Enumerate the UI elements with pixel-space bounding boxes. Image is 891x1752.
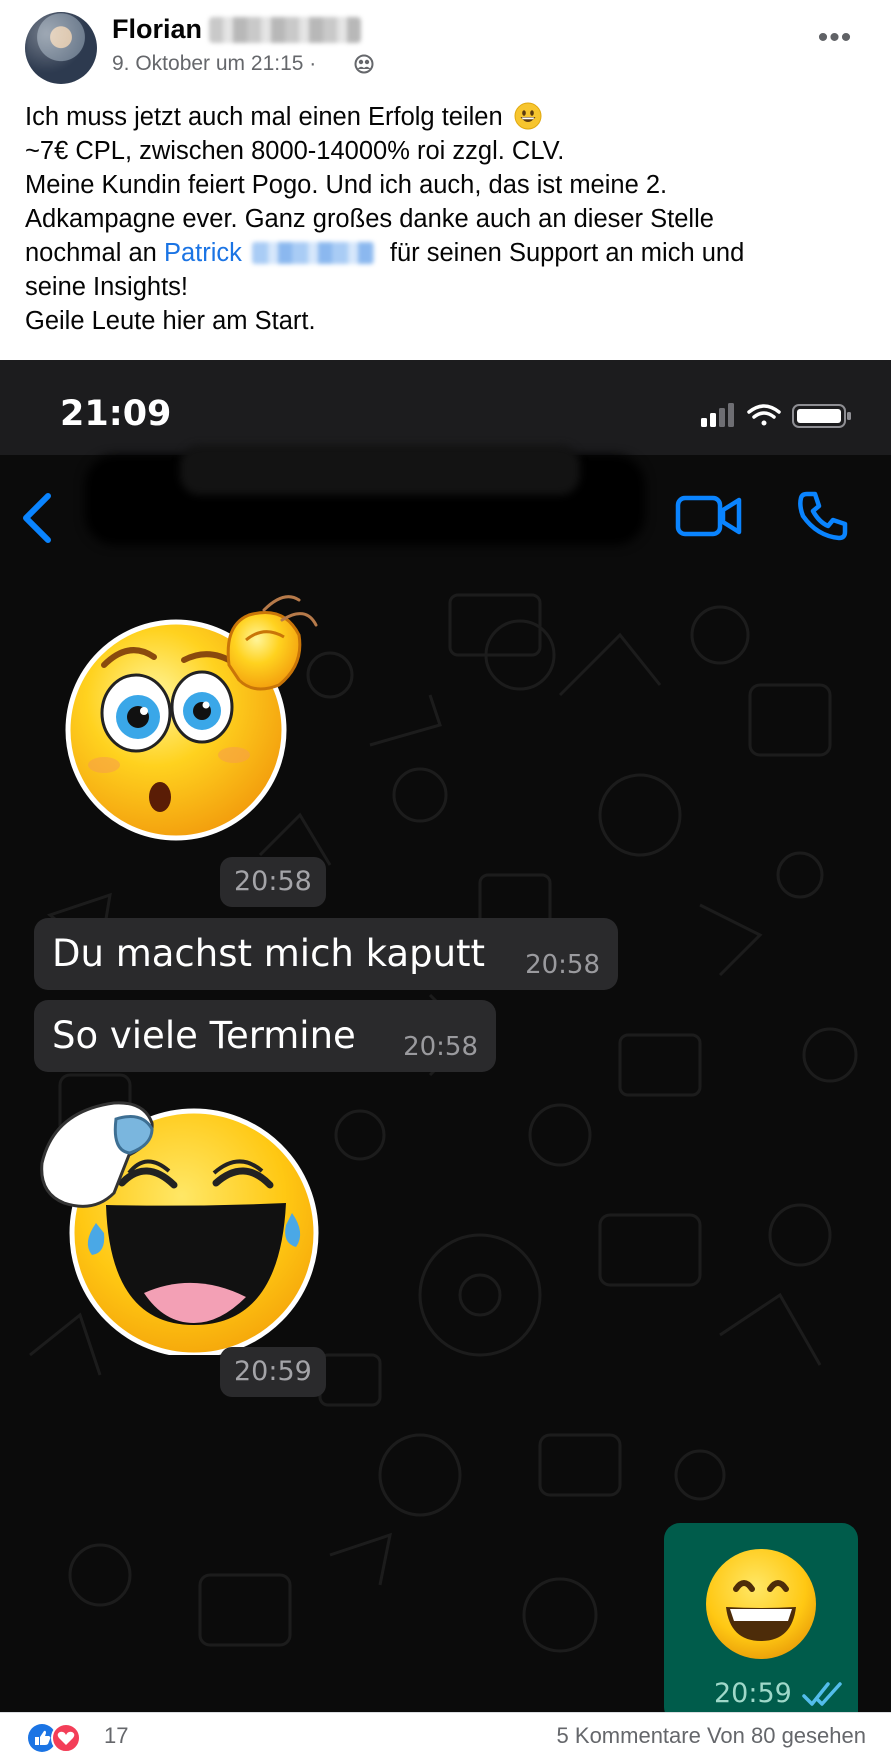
contact-status-redacted xyxy=(180,445,580,495)
post-line-6: seine Insights! xyxy=(25,273,189,301)
chat-screenshot[interactable]: 21:09 20:58 Du machst mich kaputt 20:58 … xyxy=(0,360,891,1712)
post-text: Ich muss jetzt auch mal einen Erfolg tei… xyxy=(25,100,865,338)
sticker-2-time: 20:59 xyxy=(220,1347,326,1397)
confused-scratching-head-sticker[interactable] xyxy=(34,585,334,845)
back-chevron-icon[interactable] xyxy=(12,488,62,548)
video-call-icon[interactable] xyxy=(675,490,743,542)
message-time-2: 20:58 xyxy=(403,1032,478,1062)
author-avatar[interactable] xyxy=(25,12,97,84)
post-line-4: Adkampagne ever. Ganz großes danke auch … xyxy=(25,205,714,233)
sticker-1-time: 20:58 xyxy=(220,857,326,907)
reaction-count[interactable]: 17 xyxy=(104,1723,128,1749)
laughing-crying-sticker[interactable] xyxy=(34,1093,344,1355)
message-text-2: So viele Termine xyxy=(52,1014,356,1057)
post-line-3: Meine Kundin feiert Pogo. Und ich auch, … xyxy=(25,171,668,199)
grinning-face-emoji xyxy=(514,102,542,130)
message-bubble-2[interactable]: So viele Termine 20:58 xyxy=(34,1000,496,1072)
outgoing-message-time: 20:59 xyxy=(714,1678,792,1709)
author-name[interactable]: Florian xyxy=(112,14,202,45)
comments-seen-summary[interactable]: 5 Kommentare Von 80 gesehen xyxy=(557,1723,866,1749)
message-bubble-1[interactable]: Du machst mich kaputt 20:58 xyxy=(34,918,618,990)
post-header: Florian 9. Oktober um 21:15 · ••• xyxy=(0,0,891,95)
friends-audience-icon xyxy=(354,54,374,74)
post-line-7: Geile Leute hier am Start. xyxy=(25,307,316,335)
post-footer: 17 5 Kommentare Von 80 gesehen xyxy=(0,1712,891,1752)
phone-call-icon[interactable] xyxy=(795,488,851,544)
read-receipt-icon xyxy=(802,1682,842,1706)
post-line-1: Ich muss jetzt auch mal einen Erfolg tei… xyxy=(25,100,865,134)
more-options-icon[interactable]: ••• xyxy=(815,23,855,64)
mention-surname-redacted xyxy=(251,242,374,264)
post-line-5: nochmal an Patrick für seinen Support an … xyxy=(25,239,745,267)
message-time-1: 20:58 xyxy=(525,950,600,980)
author-surname-redacted xyxy=(209,17,361,43)
post-timestamp[interactable]: 9. Oktober um 21:15 · xyxy=(112,52,316,76)
love-icon xyxy=(51,1723,81,1752)
message-text-1: Du machst mich kaputt xyxy=(52,932,486,975)
grinning-smile-emoji xyxy=(706,1549,816,1659)
post-line-2: ~7€ CPL, zwischen 8000-14000% roi zzgl. … xyxy=(25,137,565,165)
reaction-icons[interactable] xyxy=(26,1722,96,1752)
mention-link[interactable]: Patrick xyxy=(164,239,242,267)
